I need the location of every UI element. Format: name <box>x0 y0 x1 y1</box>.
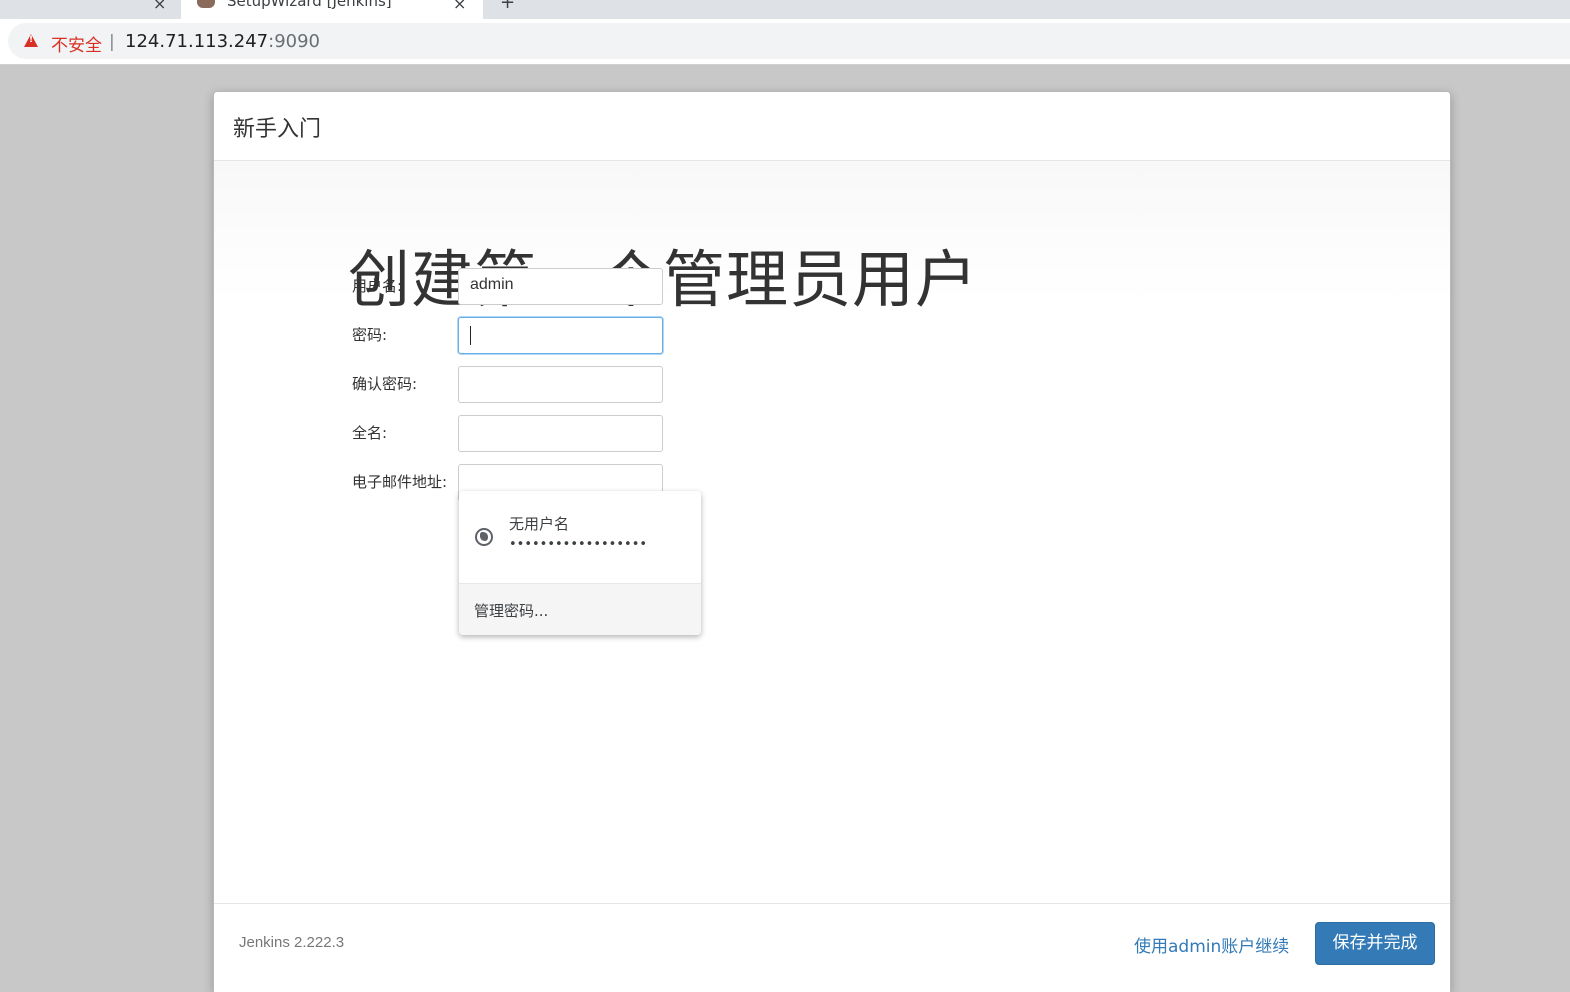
saved-password-mask: •••••••••••••••••• <box>509 537 648 552</box>
url-port: :9090 <box>268 31 321 52</box>
username-value: admin <box>470 276 514 293</box>
tab-strip: × SetupWizard [Jenkins] × + <box>0 0 1570 19</box>
not-secure-label[interactable]: 不安全 <box>51 31 102 56</box>
warning-icon[interactable] <box>24 34 38 47</box>
saved-password-item[interactable]: 无用户名 •••••••••••••••••• <box>459 491 701 584</box>
password-label: 密码: <box>352 326 388 344</box>
previous-tab-close-icon[interactable]: × <box>153 0 166 13</box>
saved-username: 无用户名 <box>509 515 570 533</box>
address-bar[interactable]: 不安全 | 124.71.113.247:9090 <box>8 23 1570 59</box>
tab-title: SetupWizard [Jenkins] <box>227 0 392 10</box>
jenkins-favicon-icon <box>197 0 215 8</box>
email-label: 电子邮件地址: <box>352 473 448 491</box>
saved-password-popup: 无用户名 •••••••••••••••••• 管理密码... <box>459 491 701 635</box>
setup-wizard-dialog: 新手入门 创建第一个管理员用户 用户名: admin 密码: 确认密码: 全名:… <box>213 91 1451 992</box>
tab-close-icon[interactable]: × <box>453 0 466 13</box>
text-cursor <box>470 326 471 345</box>
username-label: 用户名: <box>352 277 403 295</box>
confirm-password-input[interactable] <box>458 366 663 403</box>
continue-as-admin-link[interactable]: 使用admin账户继续 <box>1134 932 1289 957</box>
manage-passwords-label: 管理密码... <box>474 602 549 620</box>
globe-icon <box>475 528 493 546</box>
url-host: 124.71.113.247 <box>125 31 269 52</box>
page-heading: 创建第一个管理员用户 <box>348 243 979 316</box>
manage-passwords-item[interactable]: 管理密码... <box>459 584 701 635</box>
dialog-title: 新手入门 <box>233 117 322 142</box>
address-separator: | <box>109 32 115 52</box>
browser-toolbar: 不安全 | 124.71.113.247:9090 <box>0 19 1570 65</box>
tab-setup-wizard[interactable]: SetupWizard [Jenkins] × <box>181 0 483 19</box>
url-text[interactable]: 124.71.113.247:9090 <box>125 31 320 52</box>
full-name-input[interactable] <box>458 415 663 452</box>
jenkins-version: Jenkins 2.222.3 <box>239 934 345 951</box>
password-input[interactable] <box>458 317 663 354</box>
dialog-footer: Jenkins 2.222.3 使用admin账户继续 保存并完成 <box>214 903 1450 992</box>
dialog-header: 新手入门 <box>214 92 1450 161</box>
dialog-body: 创建第一个管理员用户 用户名: admin 密码: 确认密码: 全名: 电子邮件… <box>214 161 1450 903</box>
username-input[interactable]: admin <box>458 268 663 305</box>
save-and-finish-button[interactable]: 保存并完成 <box>1315 922 1435 965</box>
new-tab-button[interactable]: + <box>500 0 515 13</box>
confirm-password-label: 确认密码: <box>352 375 418 393</box>
full-name-label: 全名: <box>352 424 388 442</box>
